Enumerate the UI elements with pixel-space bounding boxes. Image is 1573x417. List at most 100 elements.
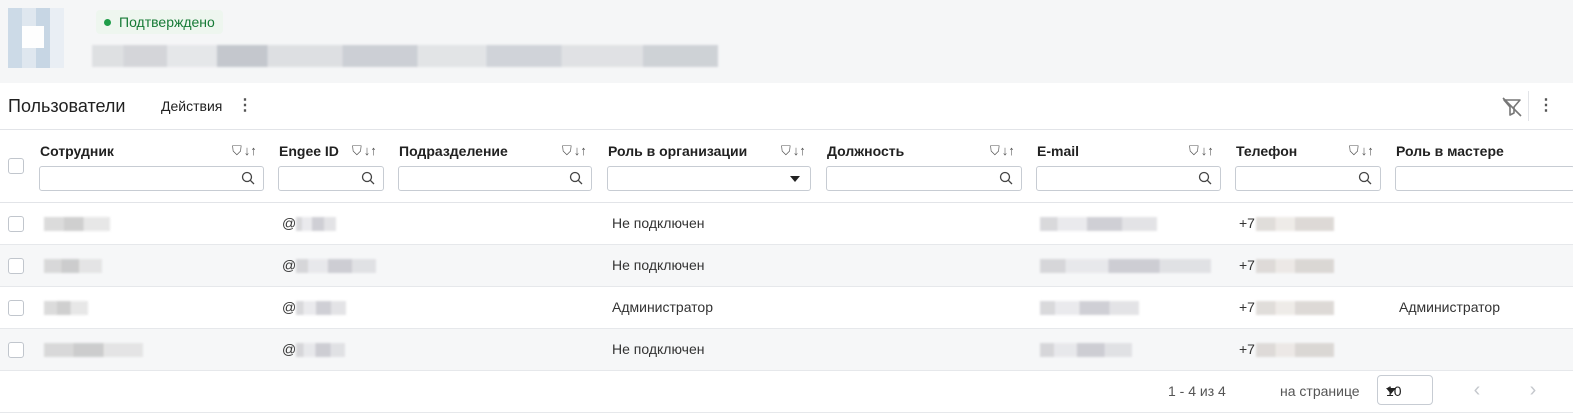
col-title: Должность xyxy=(827,143,905,159)
org-role-value: Не подключен xyxy=(612,257,705,273)
filter-sort-icons[interactable]: ⛉ ↓↑ xyxy=(1189,143,1214,159)
engee-id-prefix: @ xyxy=(282,215,297,231)
users-toolbar: Пользователи Действия ⋮ ⋮ xyxy=(0,83,1573,130)
sort-icon[interactable]: ↓↑ xyxy=(1002,143,1015,159)
col-title: Роль в мастере xyxy=(1396,143,1504,159)
sort-icon[interactable]: ↓↑ xyxy=(244,143,257,159)
search-icon xyxy=(569,171,583,185)
filter-sort-icons[interactable]: ⛉ ↓↑ xyxy=(232,143,257,159)
filter-icon[interactable]: ⛉ xyxy=(562,143,572,159)
master-role-search-input[interactable] xyxy=(1395,166,1573,191)
phone-redacted xyxy=(1256,301,1334,315)
filter-icon[interactable]: ⛉ xyxy=(352,143,362,159)
table-row[interactable]: @ Не подключен +7 xyxy=(0,245,1573,287)
status-dot-icon xyxy=(104,18,111,26)
chevron-down-icon xyxy=(790,176,800,182)
col-title: Сотрудник xyxy=(40,143,114,159)
col-title: Engee ID xyxy=(279,143,339,159)
engee-id-prefix: @ xyxy=(282,257,297,273)
phone-redacted xyxy=(1256,343,1334,357)
chevron-left-icon[interactable]: ‹ xyxy=(1467,380,1487,401)
table-header: Сотрудник ⛉ ↓↑ Engee ID ⛉ ↓↑ Подразделение… xyxy=(0,131,1573,203)
toolbar-divider xyxy=(1528,91,1529,121)
status-badge: Подтверждено xyxy=(96,10,223,34)
engee-id-redacted xyxy=(296,343,345,357)
status-text: Подтверждено xyxy=(119,14,215,30)
email-redacted xyxy=(1040,343,1132,357)
more-vert-icon[interactable]: ⋮ xyxy=(235,96,255,116)
department-search-input[interactable] xyxy=(398,166,592,191)
search-icon xyxy=(999,171,1013,185)
org-role-value: Не подключен xyxy=(612,341,705,357)
filter-off-icon[interactable] xyxy=(1500,95,1524,119)
search-icon xyxy=(1358,171,1372,185)
search-icon xyxy=(1198,171,1212,185)
filter-icon[interactable]: ⛉ xyxy=(1349,143,1359,159)
phone-redacted xyxy=(1256,259,1334,273)
employee-name-redacted xyxy=(44,301,88,315)
table-row[interactable]: @ Не подключен +7 xyxy=(0,203,1573,245)
row-checkbox[interactable] xyxy=(8,342,24,358)
email-redacted xyxy=(1040,301,1139,315)
engee-id-prefix: @ xyxy=(282,299,297,315)
engee-id-search-input[interactable] xyxy=(278,166,384,191)
org-role-select[interactable] xyxy=(607,166,811,191)
sort-icon[interactable]: ↓↑ xyxy=(574,143,587,159)
row-checkbox[interactable] xyxy=(8,300,24,316)
employee-search-input[interactable] xyxy=(39,166,264,191)
filter-sort-icons[interactable]: ⛉ ↓↑ xyxy=(990,143,1015,159)
employee-name-redacted xyxy=(44,259,102,273)
col-title: Телефон xyxy=(1236,143,1298,159)
pagination: 1 - 4 из 4 на странице 10 ‹ › xyxy=(0,369,1573,413)
filter-sort-icons[interactable]: ⛉ ↓↑ xyxy=(781,143,806,159)
row-checkbox[interactable] xyxy=(8,216,24,232)
sort-icon[interactable]: ↓↑ xyxy=(1201,143,1214,159)
chevron-down-icon xyxy=(1386,388,1396,394)
phone-redacted xyxy=(1256,217,1334,231)
filter-icon[interactable]: ⛉ xyxy=(232,143,242,159)
row-checkbox[interactable] xyxy=(8,258,24,274)
email-search-input[interactable] xyxy=(1036,166,1221,191)
col-title: Подразделение xyxy=(399,143,508,159)
sort-icon[interactable]: ↓↑ xyxy=(1361,143,1374,159)
search-icon xyxy=(241,171,255,185)
email-redacted xyxy=(1040,217,1157,231)
org-role-value: Администратор xyxy=(612,299,714,315)
phone-prefix: +7 xyxy=(1239,341,1255,357)
engee-id-redacted xyxy=(296,217,336,231)
filter-icon[interactable]: ⛉ xyxy=(781,143,791,159)
sort-icon[interactable]: ↓↑ xyxy=(793,143,806,159)
table-row[interactable]: @ Не подключен +7 xyxy=(0,329,1573,371)
table-row[interactable]: @ Администратор +7 Администратор xyxy=(0,287,1573,329)
phone-prefix: +7 xyxy=(1239,215,1255,231)
org-name-redacted xyxy=(92,45,718,67)
master-role-value: Администратор xyxy=(1399,299,1501,315)
per-page-select[interactable]: 10 xyxy=(1377,375,1433,405)
col-title: Роль в организации xyxy=(608,143,748,159)
users-table: Сотрудник ⛉ ↓↑ Engee ID ⛉ ↓↑ Подразделение… xyxy=(0,131,1573,371)
email-redacted xyxy=(1040,259,1211,273)
filter-icon[interactable]: ⛉ xyxy=(990,143,1000,159)
chevron-right-icon[interactable]: › xyxy=(1523,380,1543,401)
filter-icon[interactable]: ⛉ xyxy=(1189,143,1199,159)
employee-name-redacted xyxy=(44,343,143,357)
org-header: Подтверждено xyxy=(0,0,1573,83)
filter-sort-icons[interactable]: ⛉ ↓↑ xyxy=(562,143,587,159)
more-vert-icon[interactable]: ⋮ xyxy=(1536,96,1556,116)
phone-prefix: +7 xyxy=(1239,299,1255,315)
per-page-label: на странице xyxy=(1280,383,1360,399)
org-logo xyxy=(8,8,64,68)
org-role-value: Не подключен xyxy=(612,215,705,231)
employee-name-redacted xyxy=(44,217,110,231)
actions-button[interactable]: Действия xyxy=(161,98,222,114)
sort-icon[interactable]: ↓↑ xyxy=(364,143,377,159)
filter-sort-icons[interactable]: ⛉ ↓↑ xyxy=(1349,143,1374,159)
pagination-range: 1 - 4 из 4 xyxy=(1168,383,1226,399)
filter-sort-icons[interactable]: ⛉ ↓↑ xyxy=(352,143,377,159)
phone-search-input[interactable] xyxy=(1235,166,1381,191)
phone-prefix: +7 xyxy=(1239,257,1255,273)
position-search-input[interactable] xyxy=(826,166,1022,191)
select-all-checkbox[interactable] xyxy=(8,158,24,174)
search-icon xyxy=(361,171,375,185)
page-title: Пользователи xyxy=(8,96,126,116)
